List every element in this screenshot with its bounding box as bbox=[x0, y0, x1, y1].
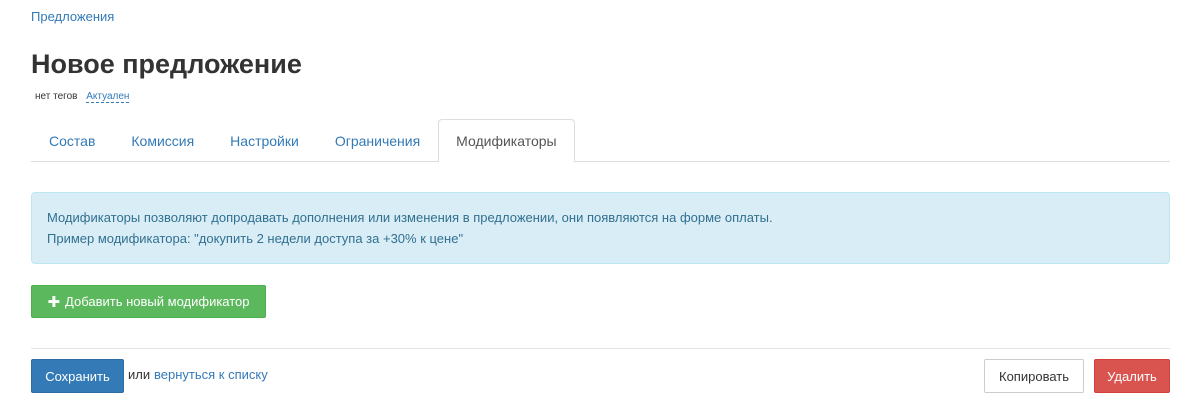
or-text: или bbox=[128, 367, 151, 382]
breadcrumb-link-offers[interactable]: Предложения bbox=[31, 9, 114, 24]
copy-button[interactable]: Копировать bbox=[984, 359, 1084, 393]
tab-composition[interactable]: Состав bbox=[31, 119, 113, 161]
info-alert-line-1: Модификаторы позволяют допродавать допол… bbox=[47, 210, 773, 225]
tab-commission[interactable]: Комиссия bbox=[113, 119, 212, 161]
divider bbox=[31, 348, 1170, 349]
page-title: Новое предложение bbox=[31, 49, 302, 79]
info-alert: Модификаторы позволяют допродавать допол… bbox=[31, 192, 1170, 264]
tabs-bar: Состав Комиссия Настройки Ограничения Мо… bbox=[31, 119, 1170, 162]
tags-label[interactable]: нет тегов bbox=[35, 91, 77, 102]
tab-modifiers[interactable]: Модификаторы bbox=[438, 119, 575, 162]
back-to-list-link[interactable]: вернуться к списку bbox=[154, 367, 268, 382]
save-button[interactable]: Сохранить bbox=[31, 359, 124, 393]
offer-meta: нет тегов Актуален bbox=[35, 90, 130, 104]
add-modifier-label: Добавить новый модификатор bbox=[65, 294, 250, 309]
plus-icon: ✚ bbox=[47, 293, 61, 311]
delete-button[interactable]: Удалить bbox=[1094, 359, 1170, 393]
tab-settings[interactable]: Настройки bbox=[212, 119, 317, 161]
status-toggle[interactable]: Актуален bbox=[86, 91, 130, 103]
tab-restrictions[interactable]: Ограничения bbox=[317, 119, 438, 161]
info-alert-line-2: Пример модификатора: "докупить 2 недели … bbox=[47, 231, 464, 246]
add-modifier-button[interactable]: ✚ Добавить новый модификатор bbox=[31, 285, 266, 318]
